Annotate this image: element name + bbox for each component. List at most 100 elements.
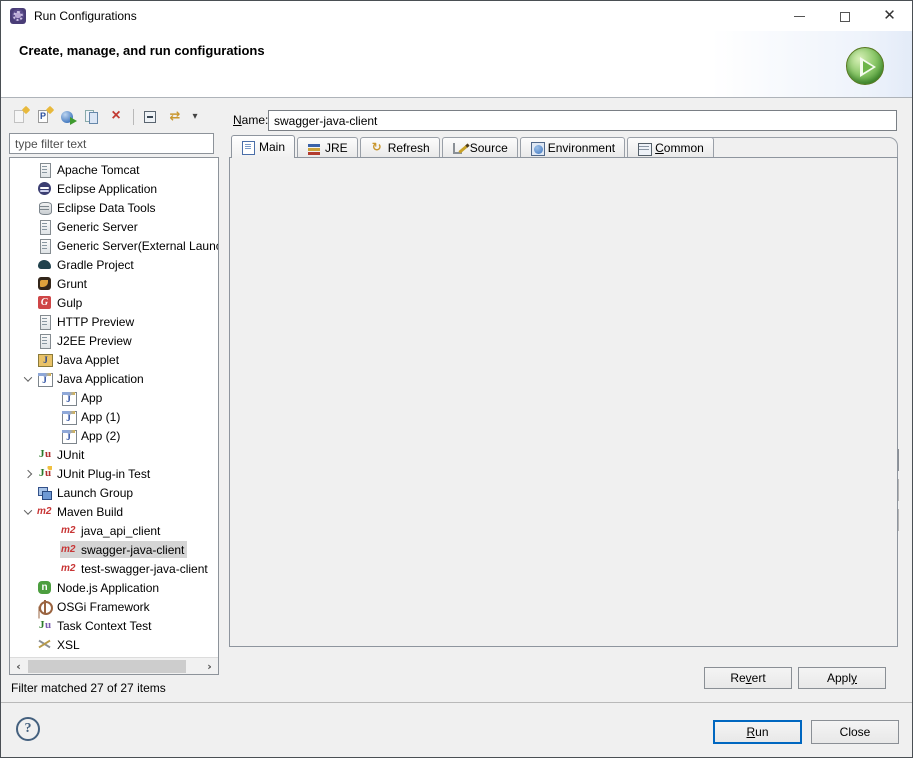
main-tab-icon [241,140,255,154]
run-button[interactable]: Run [713,720,802,744]
new-configuration-icon[interactable] [11,108,29,126]
run-badge-icon [846,47,884,85]
osgi-icon [37,599,52,614]
tree-item-junit-plugin-test[interactable]: JUnit Plug-in Test [10,464,218,483]
help-button[interactable]: ? [16,717,40,741]
m2-icon [61,523,76,538]
filter-input[interactable] [9,133,214,154]
tree-item-xsl[interactable]: XSL [10,635,218,654]
scroll-left-icon[interactable]: ‹ [10,658,27,675]
new-prototype-icon[interactable]: P [35,108,53,126]
expanded-chevron-icon[interactable] [24,373,32,381]
java-application-icon [61,390,76,405]
junit-icon [37,447,52,462]
environment-tab-icon [530,141,544,155]
m2-icon [61,561,76,576]
tree-item-generic-server[interactable]: Generic Server [10,217,218,236]
minimize-icon [794,16,805,17]
tree-item-eclipse-data-tools[interactable]: Eclipse Data Tools [10,198,218,217]
apply-button[interactable]: Apply [798,667,886,689]
scrollbar-thumb[interactable] [28,660,186,673]
dialog-banner: Create, manage, and run configurations [1,31,912,98]
tab-common[interactable]: Common [627,137,714,158]
server-icon [37,219,52,234]
tree-item-apache-tomcat[interactable]: Apache Tomcat [10,160,218,179]
tree-item-java-applet[interactable]: Java Applet [10,350,218,369]
source-tab-icon [452,141,466,155]
tab-environment[interactable]: Environment [520,137,625,158]
tree-item-http-preview[interactable]: HTTP Preview [10,312,218,331]
duplicate-icon[interactable] [83,108,101,126]
m2-icon [37,504,52,519]
tree-item-osgi-framework[interactable]: OSGi Framework [10,597,218,616]
maximize-icon [840,12,850,22]
footer-divider [1,702,912,703]
m2-icon [61,542,76,557]
export-configurations-icon[interactable] [59,108,77,126]
nodejs-icon [37,580,52,595]
name-label: Name: [233,113,268,127]
tree-item-app-1[interactable]: App (1) [10,407,218,426]
tree-item-test-swagger-java-client[interactable]: test-swagger-java-client [10,559,218,578]
tree-item-app-2[interactable]: App (2) [10,426,218,445]
close-dialog-button[interactable]: Close [811,720,899,744]
applet-icon [37,352,52,367]
filter-menu-caret-icon[interactable]: ▾ [190,108,200,126]
tree-rows: Apache Tomcat Eclipse Application Eclips… [10,160,218,657]
tab-refresh[interactable]: Refresh [360,137,440,158]
tree-item-swagger-java-client[interactable]: swagger-java-client [10,540,218,559]
tree-item-app[interactable]: App [10,388,218,407]
close-button[interactable]: ✕ [867,1,912,31]
database-icon [37,200,52,215]
common-tab-icon [637,141,651,155]
tab-jre[interactable]: JRE [297,137,358,158]
filter-configurations-icon[interactable]: ⇄ [166,108,184,126]
expanded-chevron-icon[interactable] [24,506,32,514]
tab-bar: Main JRE Refresh Source Environment Comm… [231,136,716,158]
tree-item-j2ee-preview[interactable]: J2EE Preview [10,331,218,350]
configurations-tree: Apache Tomcat Eclipse Application Eclips… [9,157,219,675]
java-application-icon [61,428,76,443]
server-icon [37,238,52,253]
java-application-icon [61,409,76,424]
scroll-right-icon[interactable]: › [201,658,218,675]
toolbar-separator [133,109,134,125]
tree-item-maven-build[interactable]: Maven Build [10,502,218,521]
maximize-button[interactable] [822,1,867,31]
run-configurations-icon [10,8,26,24]
tree-item-grunt[interactable]: Grunt [10,274,218,293]
minimize-button[interactable] [777,1,822,31]
name-input[interactable] [268,110,897,131]
server-icon [37,314,52,329]
collapsed-chevron-icon[interactable] [24,469,32,477]
collapse-all-icon[interactable] [142,108,160,126]
tree-item-nodejs-application[interactable]: Node.js Application [10,578,218,597]
refresh-tab-icon [370,141,384,155]
tree-item-launch-group[interactable]: Launch Group [10,483,218,502]
close-icon: ✕ [883,7,896,24]
configurations-toolbar: P × ⇄ ▾ [11,104,219,130]
horizontal-scrollbar[interactable]: ‹ › [10,657,218,674]
tree-item-java-application[interactable]: Java Application [10,369,218,388]
delete-icon[interactable]: × [107,108,125,126]
java-application-icon [37,371,52,386]
filter-status: Filter matched 27 of 27 items [11,681,166,695]
tree-item-gradle-project[interactable]: Gradle Project [10,255,218,274]
revert-button[interactable]: Revert [704,667,792,689]
gradle-icon [37,257,52,272]
xsl-icon [37,637,52,652]
tab-source[interactable]: Source [442,137,518,158]
tree-item-java-api-client[interactable]: java_api_client [10,521,218,540]
window-title: Run Configurations [34,1,137,31]
eclipse-icon [37,181,52,196]
jre-tab-icon [307,141,321,155]
tree-item-generic-server-external[interactable]: Generic Server(External Launch [10,236,218,255]
tree-item-junit[interactable]: JUnit [10,445,218,464]
gulp-icon [37,295,52,310]
tree-item-task-context-test[interactable]: Task Context Test [10,616,218,635]
tab-main[interactable]: Main [231,135,295,158]
server-icon [37,162,52,177]
main-tab-content [229,157,898,647]
tree-item-gulp[interactable]: Gulp [10,293,218,312]
tree-item-eclipse-application[interactable]: Eclipse Application [10,179,218,198]
